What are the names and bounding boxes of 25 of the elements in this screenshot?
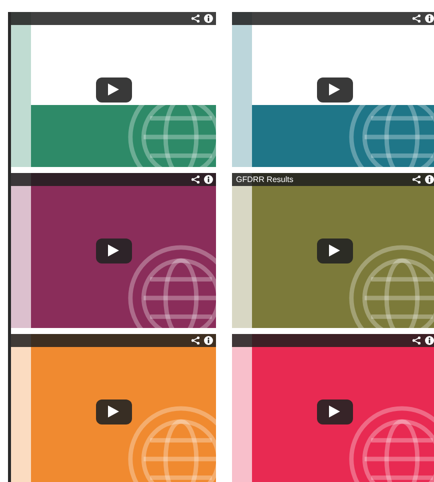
- play-button[interactable]: [316, 399, 352, 424]
- info-icon[interactable]: [204, 175, 213, 184]
- info-icon[interactable]: [204, 336, 213, 345]
- play-button[interactable]: [316, 77, 352, 102]
- play-icon: [108, 244, 119, 256]
- share-icon[interactable]: [191, 14, 200, 23]
- play-button[interactable]: [96, 77, 132, 102]
- info-icon[interactable]: [425, 175, 434, 184]
- play-icon: [108, 406, 119, 418]
- info-icon[interactable]: [204, 14, 213, 23]
- share-icon[interactable]: [412, 175, 421, 184]
- play-button[interactable]: [96, 399, 132, 424]
- play-icon: [108, 84, 119, 96]
- info-icon[interactable]: [425, 336, 434, 345]
- info-icon[interactable]: [425, 14, 434, 23]
- play-icon: [329, 84, 340, 96]
- share-icon[interactable]: [191, 336, 200, 345]
- play-button[interactable]: [316, 238, 352, 263]
- share-icon[interactable]: [191, 175, 200, 184]
- share-icon[interactable]: [412, 336, 421, 345]
- video-title[interactable]: GFDRR Results: [236, 175, 294, 184]
- play-button[interactable]: [96, 238, 132, 263]
- play-icon: [329, 244, 340, 256]
- play-icon: [329, 406, 340, 418]
- share-icon[interactable]: [412, 14, 421, 23]
